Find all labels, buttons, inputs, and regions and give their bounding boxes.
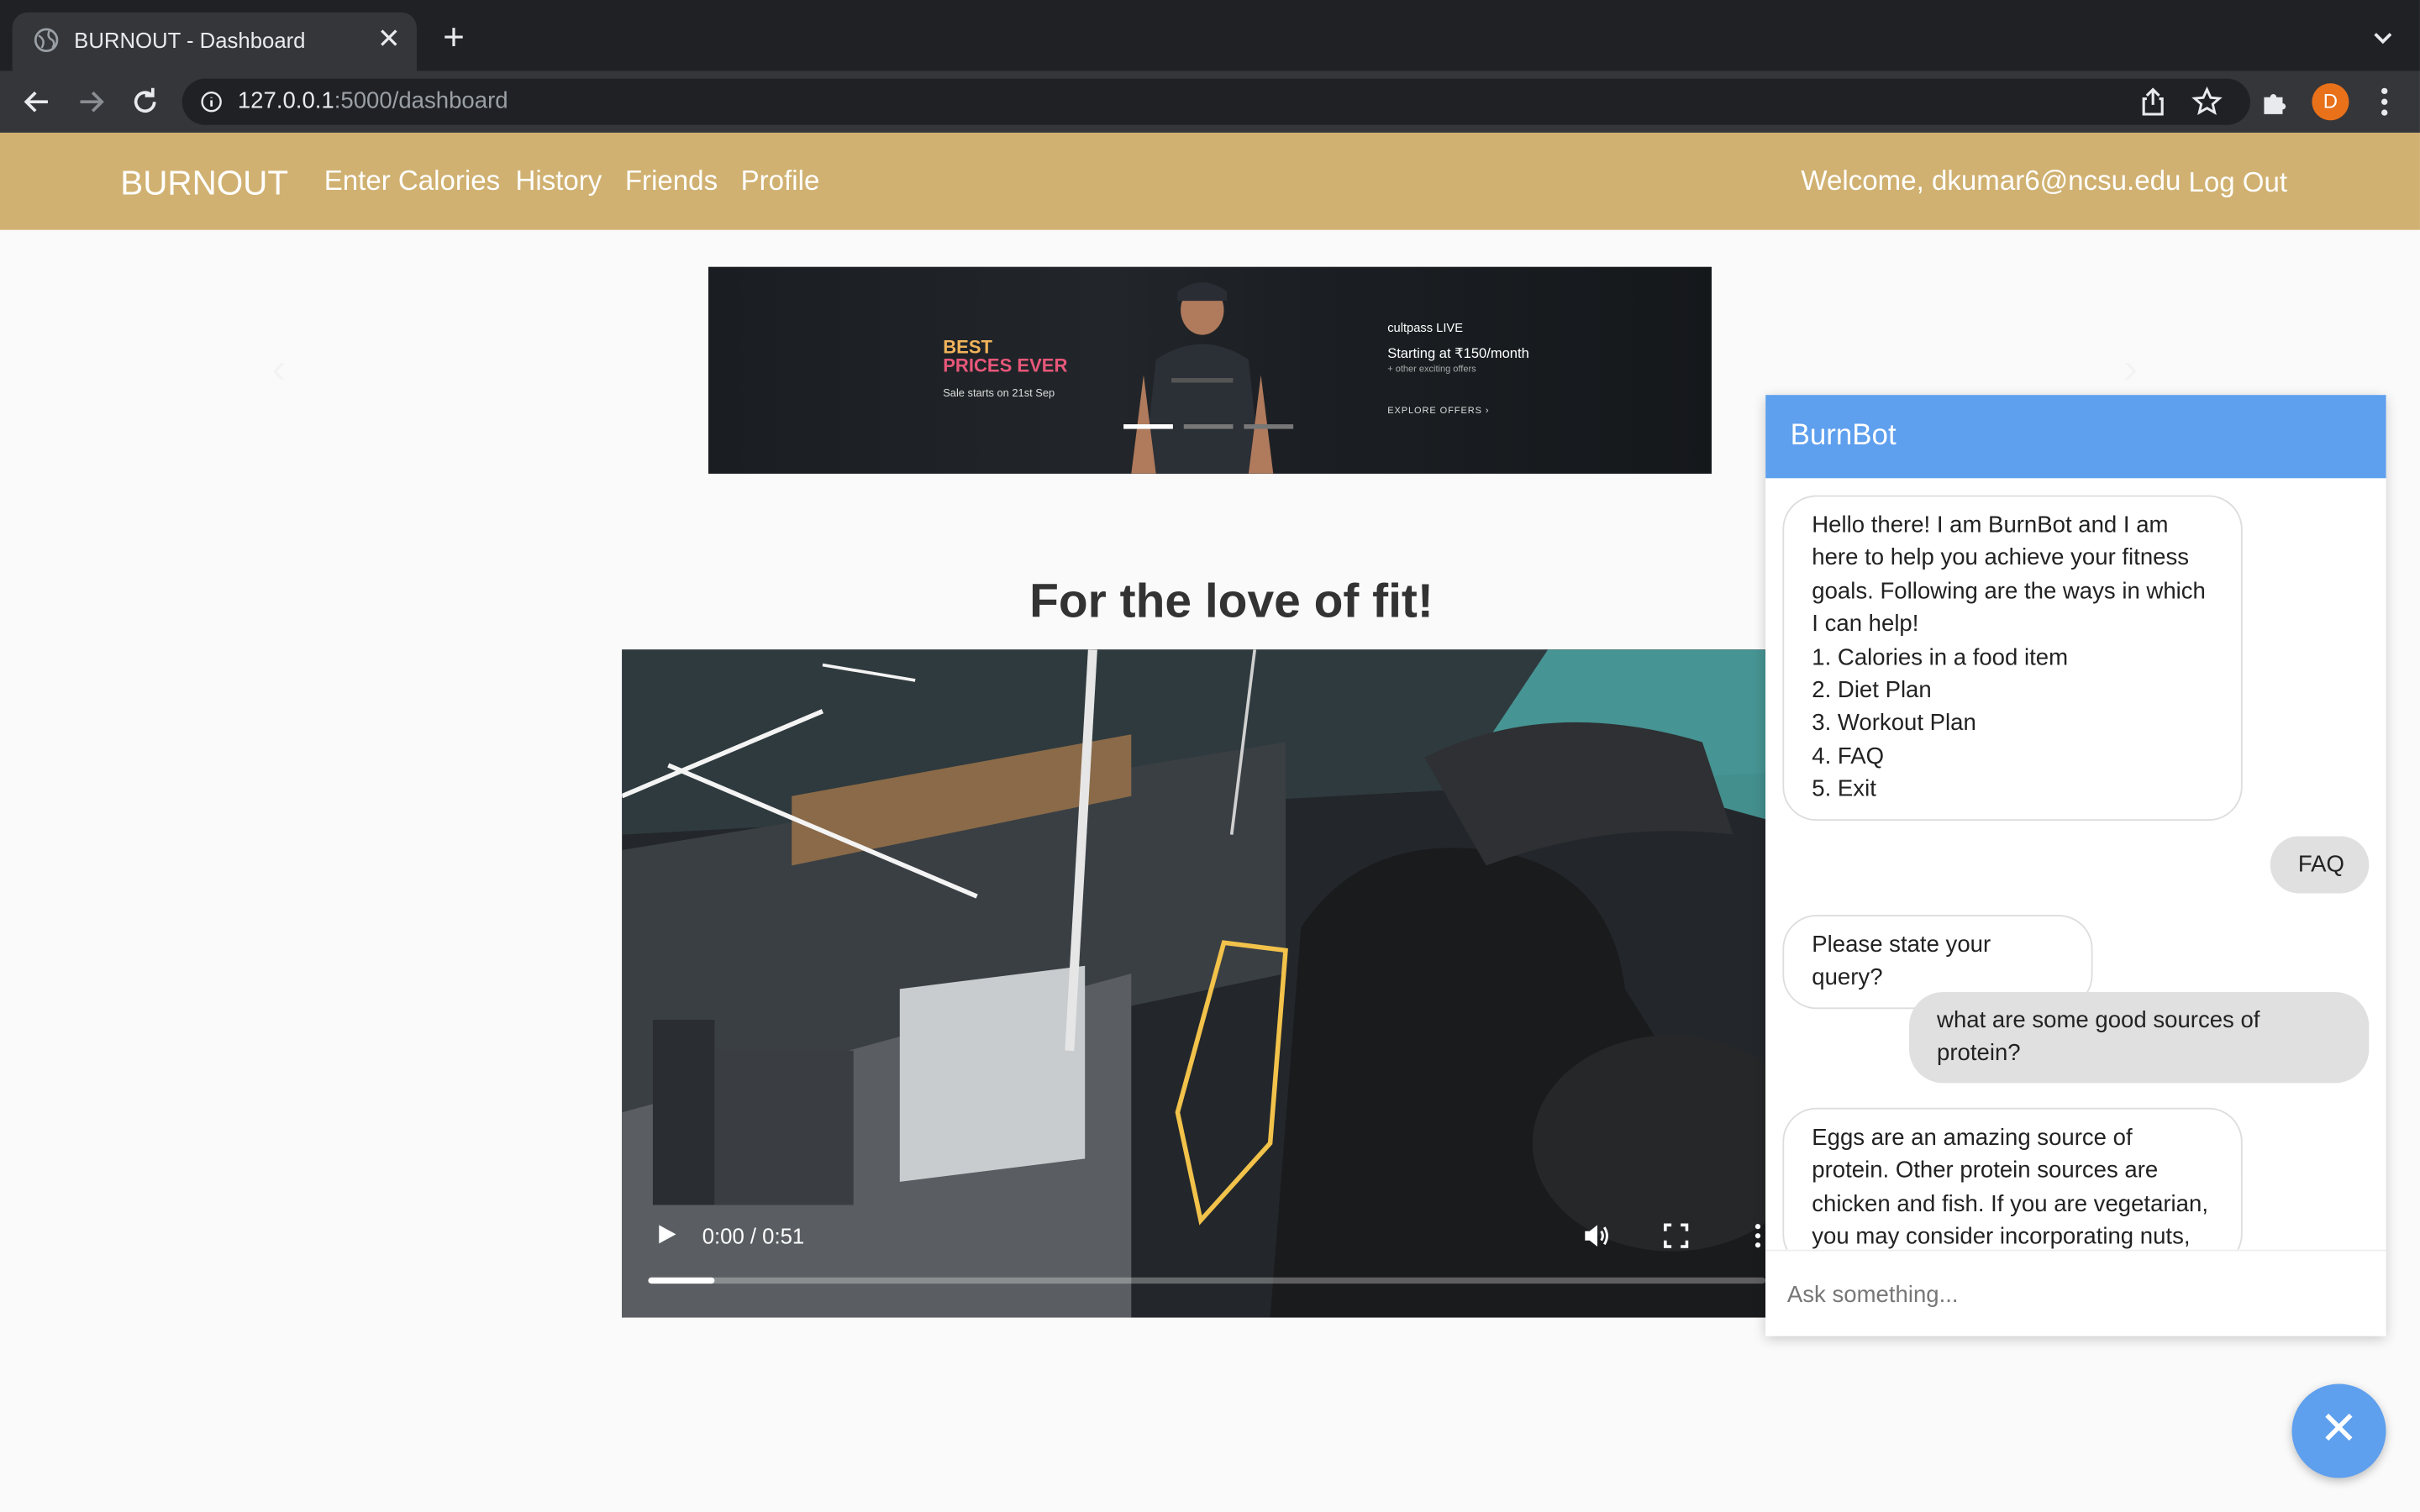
- play-icon[interactable]: [656, 1224, 678, 1246]
- video-player[interactable]: 0:00 / 0:51: [622, 649, 1766, 1318]
- chat-close-button[interactable]: ✕: [2291, 1383, 2386, 1478]
- promo-person-image: [1131, 282, 1274, 474]
- video-progress-bar[interactable]: [648, 1277, 1766, 1284]
- bookmark-star-icon[interactable]: [2190, 85, 2223, 118]
- browser-tab-bar: BURNOUT - Dashboard ✕ +: [0, 0, 2420, 71]
- address-bar[interactable]: 127.0.0.1:5000/dashboard: [182, 78, 2250, 125]
- share-icon[interactable]: [2136, 85, 2170, 118]
- gym-video-frame: [622, 649, 1766, 1318]
- page-headline: For the love of fit!: [1029, 574, 1434, 628]
- promo-live: cultpass LIVE: [1387, 321, 1464, 335]
- promo-carousel[interactable]: BEST PRICES EVER Sale starts on 21st Sep…: [708, 266, 1712, 474]
- nav-history[interactable]: History: [515, 165, 602, 198]
- logout-link[interactable]: Log Out: [2188, 166, 2287, 199]
- chat-input-area: [1765, 1249, 2386, 1336]
- chat-message-user: what are some good sources of protein?: [1908, 991, 2370, 1084]
- chat-message-user: FAQ: [2270, 836, 2370, 895]
- brand-logo[interactable]: BURNOUT: [120, 164, 288, 204]
- fullscreen-icon[interactable]: [1663, 1223, 1689, 1248]
- chat-message-bot: Eggs are an amazing source of protein. O…: [1782, 1107, 2243, 1250]
- site-navbar: BURNOUT Enter Calories History Friends P…: [0, 132, 2420, 230]
- nav-friends[interactable]: Friends: [625, 165, 718, 198]
- nav-profile[interactable]: Profile: [741, 165, 820, 198]
- globe-icon: [34, 28, 59, 52]
- promo-title: BEST PRICES EVER: [943, 336, 1068, 377]
- welcome-text: Welcome, dkumar6@ncsu.edu: [1801, 165, 2181, 197]
- chevron-down-icon[interactable]: [2367, 22, 2398, 53]
- profile-avatar[interactable]: D: [2312, 83, 2349, 121]
- close-icon: ✕: [2319, 1404, 2359, 1456]
- reload-icon[interactable]: [127, 83, 164, 120]
- carousel-indicator-3[interactable]: [1244, 424, 1294, 429]
- video-progress-fill: [648, 1277, 716, 1284]
- carousel-indicator-2[interactable]: [1183, 424, 1234, 429]
- video-more-icon[interactable]: [1753, 1224, 1762, 1248]
- browser-toolbar: 127.0.0.1:5000/dashboard D: [0, 71, 2420, 133]
- carousel-prev-icon[interactable]: ‹: [271, 346, 296, 389]
- chatbot-title: BurnBot: [1790, 419, 1897, 453]
- promo-subtitle: Sale starts on 21st Sep: [943, 388, 1055, 400]
- browser-tab[interactable]: BURNOUT - Dashboard ✕: [12, 12, 417, 71]
- extensions-puzzle-icon[interactable]: [2258, 85, 2291, 118]
- promo-price: Starting at ₹150/month: [1387, 345, 1529, 361]
- url-text[interactable]: 127.0.0.1:5000/dashboard: [238, 88, 508, 114]
- chat-input[interactable]: [1786, 1273, 2359, 1316]
- carousel-next-icon[interactable]: ›: [2123, 346, 2148, 389]
- promo-explore-link[interactable]: EXPLORE OFFERS ›: [1387, 407, 1489, 417]
- kebab-menu-icon[interactable]: [2367, 85, 2401, 118]
- carousel-indicator-1[interactable]: [1123, 424, 1173, 429]
- tab-title: BURNOUT - Dashboard: [74, 28, 306, 53]
- chat-message-bot: Hello there! I am BurnBot and I am here …: [1782, 495, 2243, 821]
- back-arrow-icon[interactable]: [18, 83, 55, 120]
- volume-icon[interactable]: [1582, 1222, 1610, 1250]
- tab-close-icon[interactable]: ✕: [373, 24, 404, 55]
- promo-other: + other exciting offers: [1387, 365, 1476, 375]
- chatbot-window: BurnBot Hello there! I am BurnBot and I …: [1765, 395, 2386, 1336]
- nav-enter-calories[interactable]: Enter Calories: [324, 165, 500, 198]
- chat-messages[interactable]: Hello there! I am BurnBot and I am here …: [1765, 478, 2386, 1250]
- forward-arrow-icon[interactable]: [72, 83, 109, 120]
- video-time: 0:00 / 0:51: [702, 1223, 805, 1248]
- info-icon[interactable]: [201, 91, 223, 113]
- new-tab-button[interactable]: +: [437, 19, 471, 56]
- chatbot-header: BurnBot: [1765, 395, 2386, 479]
